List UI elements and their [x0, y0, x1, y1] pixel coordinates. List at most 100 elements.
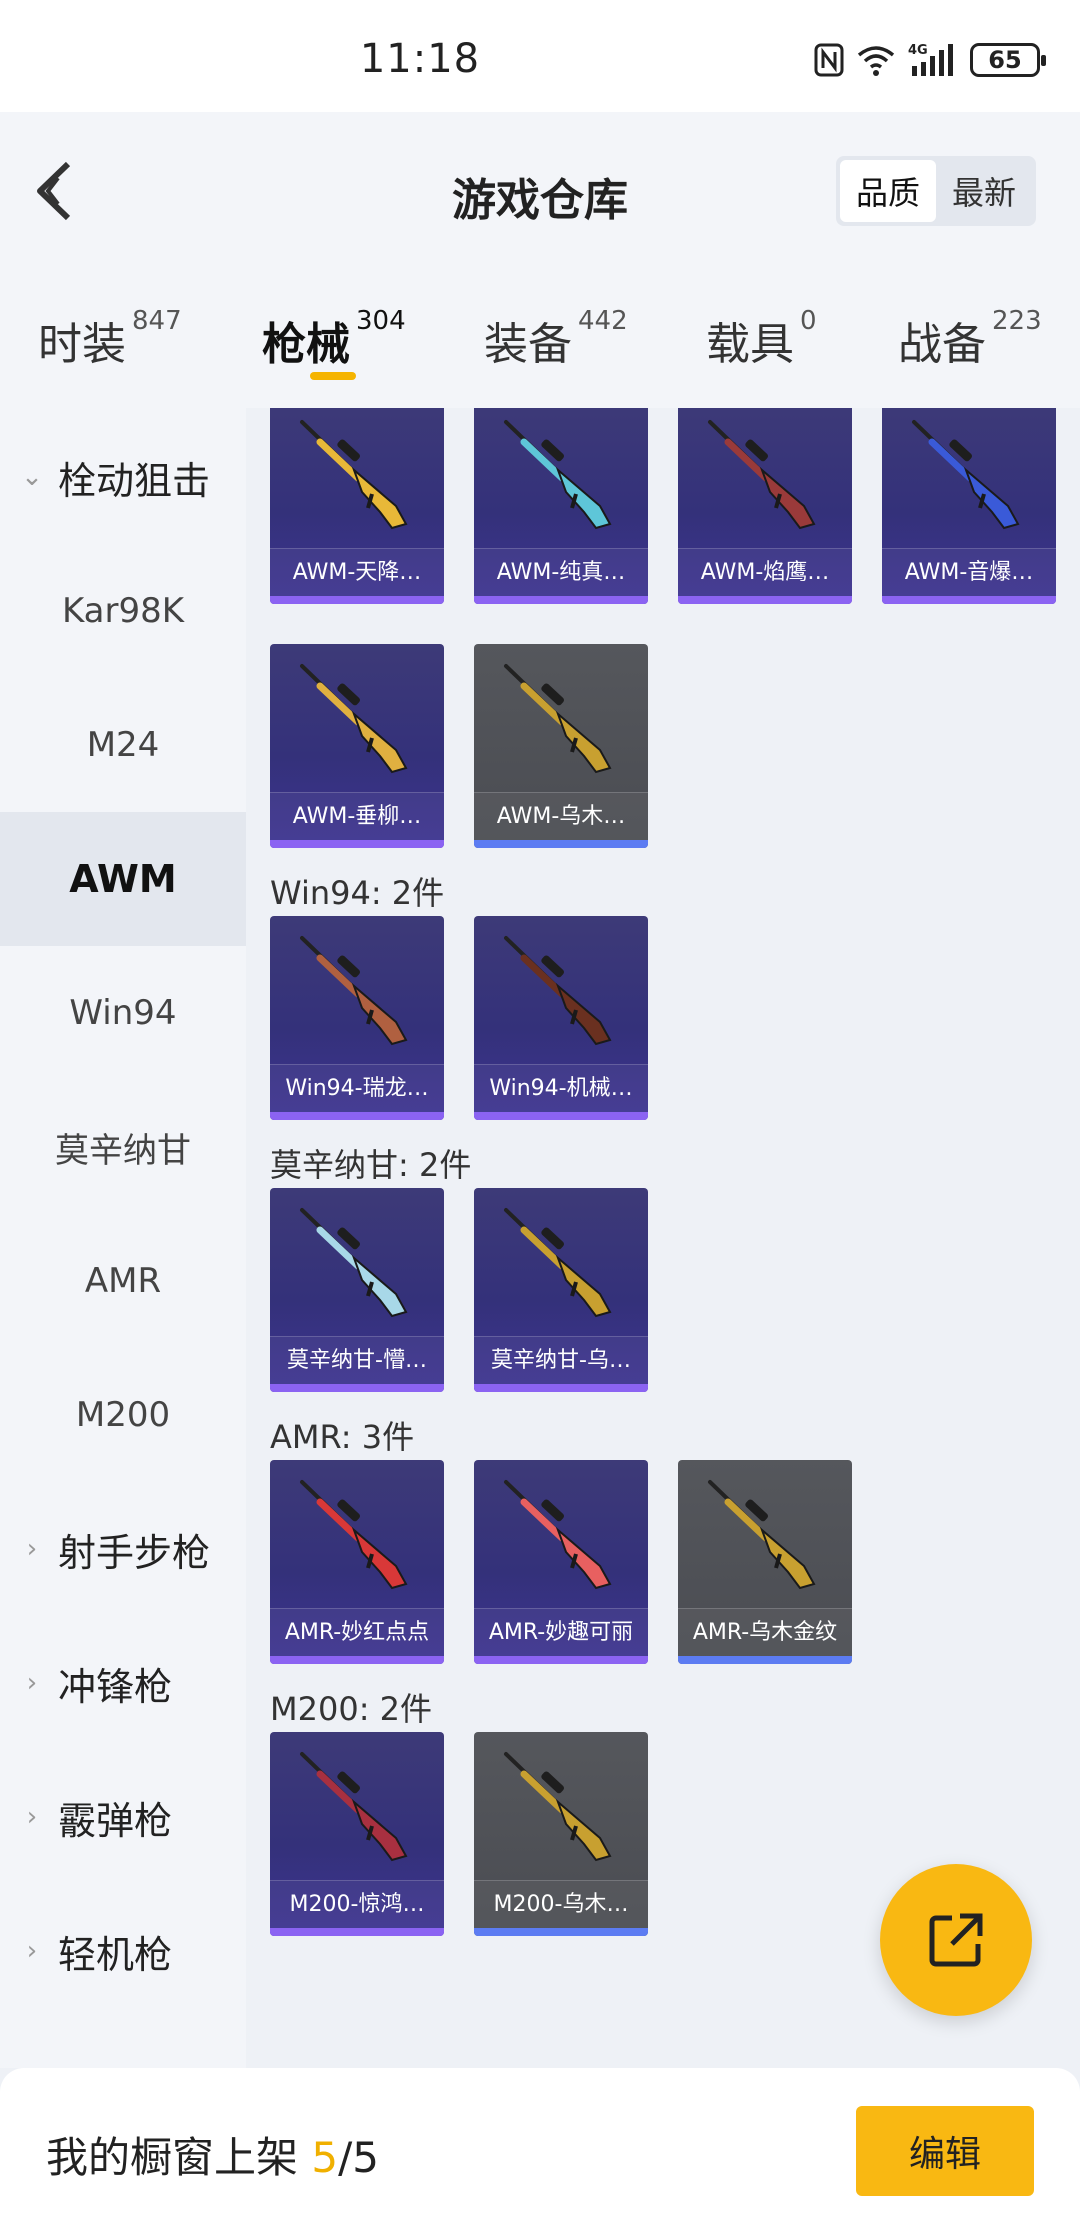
weapon-skin-card[interactable]: AWM-天降… [270, 408, 444, 604]
sort-by-newest[interactable]: 最新 [936, 160, 1032, 222]
weapon-skin-card[interactable]: AWM-纯真… [474, 408, 648, 604]
weapon-skin-card[interactable]: 莫辛纳甘-懵… [270, 1188, 444, 1392]
sidebar-item-label: 栓动狙击 [58, 458, 211, 503]
weapon-skin-name: 莫辛纳甘-懵… [270, 1336, 444, 1384]
rifle-icon [300, 936, 408, 1046]
section-heading: AMR: 3件 [270, 1418, 415, 1456]
rifle-icon [708, 1480, 816, 1590]
tab-gear[interactable]: 战备 223 [898, 306, 1042, 388]
sidebar-item-smg[interactable]: › 冲锋枪 [0, 1616, 246, 1750]
weapon-skin-card[interactable]: Win94-机械… [474, 916, 648, 1120]
rifle-icon [300, 664, 408, 774]
sidebar-item-mosin-nagant[interactable]: 莫辛纳甘 [0, 1080, 246, 1214]
tab-equipment[interactable]: 装备 442 [484, 306, 628, 388]
showcase-label: 我的橱窗上架 [46, 2133, 312, 2182]
tab-vehicles[interactable]: 载具 0 [706, 306, 817, 388]
weapon-skin-name: M200-乌木… [474, 1880, 648, 1928]
weapon-skin-card[interactable]: AWM-乌木… [474, 644, 648, 848]
section-heading: 莫辛纳甘: 2件 [270, 1146, 472, 1184]
rarity-bar [474, 596, 648, 604]
page-header: 游戏仓库 品质 最新 [0, 112, 1080, 272]
weapon-skin-name: AWM-纯真… [474, 548, 648, 596]
active-tab-indicator [310, 372, 356, 380]
tab-count: 442 [578, 306, 628, 336]
chevron-right-icon: › [26, 1802, 38, 1832]
showcase-bar: 我的橱窗上架 5/5 编辑 [0, 2068, 1080, 2228]
weapon-skin-card[interactable]: AMR-妙趣可丽 [474, 1460, 648, 1664]
sidebar-item-marksman-rifle[interactable]: › 射手步枪 [0, 1482, 246, 1616]
weapon-skin-card[interactable]: AMR-乌木金纹 [678, 1460, 852, 1664]
tab-label: 装备 [484, 319, 572, 370]
sidebar-item-label: 轻机枪 [58, 1932, 173, 1977]
tab-fashion[interactable]: 时装 847 [38, 306, 182, 388]
sidebar-item-label: Kar98K [61, 591, 185, 631]
weapon-skin-card[interactable]: AWM-垂柳… [270, 644, 444, 848]
weapon-skin-card[interactable]: AMR-妙红点点 [270, 1460, 444, 1664]
weapon-skin-name: AMR-妙趣可丽 [474, 1608, 648, 1656]
weapon-skin-card[interactable]: M200-惊鸿… [270, 1732, 444, 1936]
svg-text:4G: 4G [908, 43, 928, 58]
tab-label: 枪械 [262, 319, 350, 370]
sort-by-quality[interactable]: 品质 [840, 160, 936, 222]
sidebar-item-label: M200 [75, 1395, 171, 1435]
sidebar-item-win94[interactable]: Win94 [0, 946, 246, 1080]
sidebar-item-label: 莫辛纳甘 [55, 1130, 191, 1171]
chevron-down-icon: ⌄ [21, 462, 43, 492]
sidebar-item-awm[interactable]: AWM [0, 812, 246, 946]
tab-count: 847 [132, 306, 182, 336]
sidebar-item-shotgun[interactable]: › 霰弹枪 [0, 1750, 246, 1884]
weapon-skin-name: AWM-乌木… [474, 792, 648, 840]
rifle-icon [504, 664, 612, 774]
tab-count: 223 [992, 306, 1042, 336]
rifle-icon [504, 936, 612, 1046]
rarity-bar [270, 1112, 444, 1120]
sidebar-item-label: 射手步枪 [58, 1530, 211, 1575]
section-heading: Win94: 2件 [270, 874, 445, 912]
sidebar-item-m200[interactable]: M200 [0, 1348, 246, 1482]
share-fab[interactable] [880, 1864, 1032, 2016]
sidebar-item-amr[interactable]: AMR [0, 1214, 246, 1348]
weapon-skin-name: Win94-机械… [474, 1064, 648, 1112]
sidebar-item-bolt-action-sniper[interactable]: ⌄ 栓动狙击 [0, 410, 246, 544]
edit-button[interactable]: 编辑 [856, 2106, 1034, 2196]
weapon-skin-name: AWM-焰鹰… [678, 548, 852, 596]
rarity-bar [474, 1112, 648, 1120]
rarity-bar [270, 840, 444, 848]
rifle-icon [504, 1480, 612, 1590]
rifle-icon [300, 1480, 408, 1590]
rarity-bar [474, 1928, 648, 1936]
sidebar-item-label: 冲锋枪 [58, 1664, 173, 1709]
rarity-bar [882, 596, 1056, 604]
weapon-skin-name: M200-惊鸿… [270, 1880, 444, 1928]
signal-4g-icon: 4G [908, 43, 953, 76]
share-external-icon [929, 1913, 983, 1967]
weapon-skin-name: AWM-音爆… [882, 548, 1056, 596]
rifle-icon [300, 1208, 408, 1318]
status-time: 11:18 [359, 36, 481, 82]
rifle-icon [504, 1752, 612, 1862]
weapon-skin-card[interactable]: M200-乌木… [474, 1732, 648, 1936]
rarity-bar [678, 1656, 852, 1664]
weapon-skin-card[interactable]: Win94-瑞龙… [270, 916, 444, 1120]
weapon-skin-name: AWM-天降… [270, 548, 444, 596]
sidebar-item-lmg[interactable]: › 轻机枪 [0, 1884, 246, 2018]
weapon-skin-name: AMR-乌木金纹 [678, 1608, 852, 1656]
sidebar-item-label: 霰弹枪 [58, 1798, 173, 1843]
rarity-bar [474, 1384, 648, 1392]
rarity-bar [474, 1656, 648, 1664]
rarity-bar [270, 596, 444, 604]
category-tabs: 时装 847 枪械 304 装备 442 载具 0 战备 223 [0, 272, 1080, 408]
rarity-bar [474, 840, 648, 848]
app-root: 11:18 4G 65 游戏仓库 品质 最新 时装 847 枪械 304 装备 442… [0, 0, 1080, 2228]
wifi-icon [857, 46, 895, 76]
tab-count: 304 [356, 306, 406, 336]
sidebar-item-m24[interactable]: M24 [0, 678, 246, 812]
weapon-skin-card[interactable]: AWM-焰鹰… [678, 408, 852, 604]
sidebar-item-label: Win94 [69, 993, 177, 1033]
rarity-bar [678, 596, 852, 604]
showcase-current: 5 [311, 2133, 339, 2182]
weapon-skin-card[interactable]: 莫辛纳甘-乌… [474, 1188, 648, 1392]
weapon-skin-card[interactable]: AWM-音爆… [882, 408, 1056, 604]
chevron-right-icon: › [26, 1534, 38, 1564]
sidebar-item-kar98k[interactable]: Kar98K [0, 544, 246, 678]
